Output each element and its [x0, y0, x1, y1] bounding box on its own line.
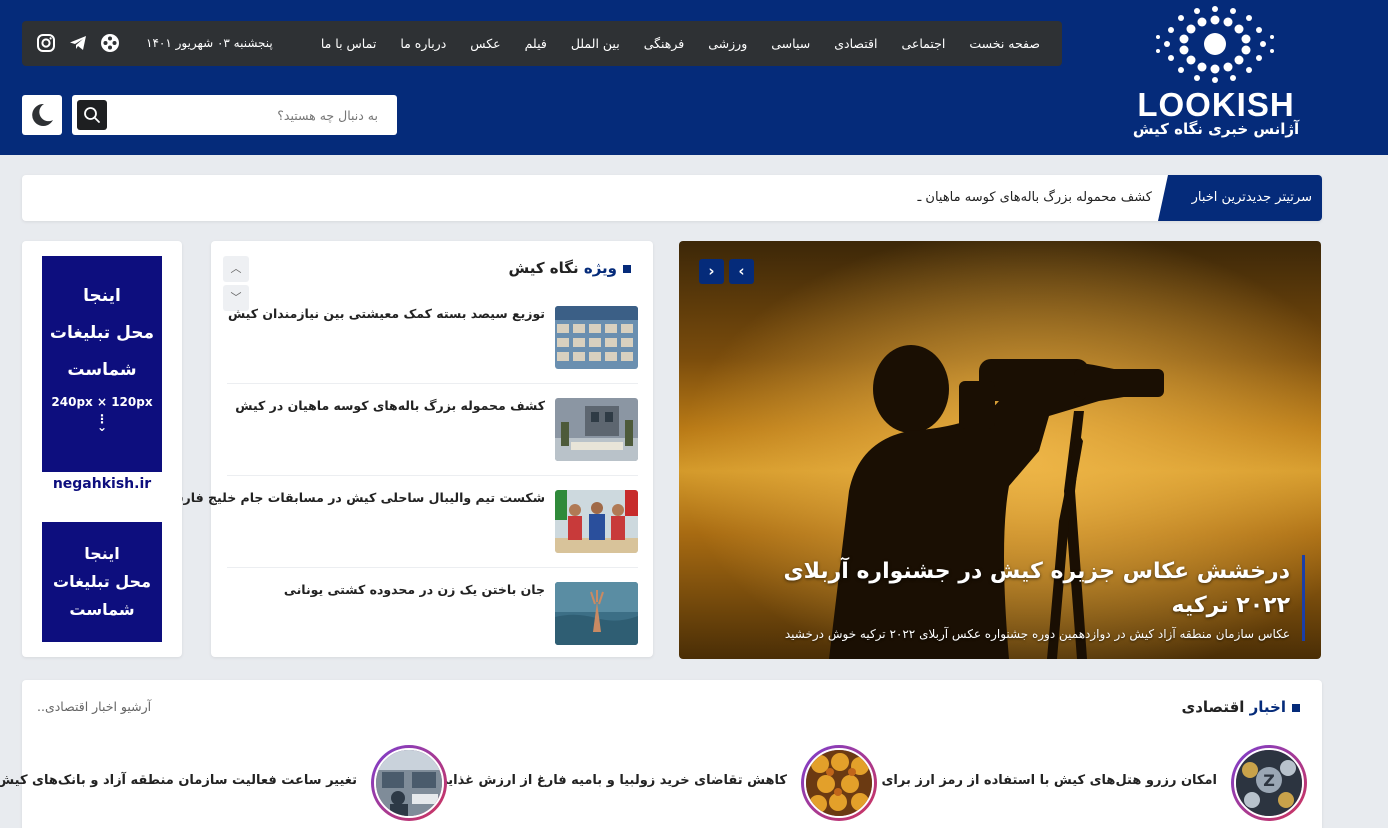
social-links [36, 33, 120, 53]
economic-archive-link[interactable]: آرشیو اخبار اقتصادی.. [37, 699, 151, 714]
search-box [72, 95, 397, 135]
slider-subtitle: عکاس سازمان منطقه آزاد کیش در دوازدهمین … [784, 627, 1290, 641]
ad-text-line: محل تبلیغات [52, 572, 151, 591]
special-item-title[interactable]: جان باختن یک زن در محدوده کشتی یونانی [284, 582, 545, 597]
ticker-label: سرتیتر جدیدترین اخبار [1158, 175, 1322, 221]
nav-item-politics[interactable]: سیاسی [771, 36, 810, 51]
special-item[interactable]: شکست تیم والیبال ساحلی کیش در مسابقات جا… [166, 490, 638, 566]
news-ticker: سرتیتر جدیدترین اخبار کشف محموله بزرگ با… [22, 175, 1322, 221]
divider [227, 567, 638, 568]
ad-text-line: محل تبلیغات [49, 323, 155, 343]
nav-item-contact[interactable]: تماس با ما [321, 36, 377, 51]
econ-news-title[interactable]: تغییر ساعت فعالیت سازمان منطقه آزاد و با… [0, 773, 357, 788]
econ-thumbnail [801, 745, 877, 821]
special-item-title[interactable]: کشف محموله بزرگ باله‌های کوسه ماهیان در … [235, 398, 545, 413]
ad-text-line: شماست [69, 600, 135, 619]
search-icon [84, 107, 100, 123]
nav-item-social[interactable]: اجتماعی [901, 36, 945, 51]
special-item[interactable]: جان باختن یک زن در محدوده کشتی یونانی [227, 582, 638, 658]
search-input[interactable] [112, 95, 392, 135]
dark-mode-toggle[interactable] [22, 95, 62, 135]
nav-item-film[interactable]: فیلم [525, 36, 547, 51]
ad-banner-square[interactable]: اینجا محل تبلیغات شماست [42, 522, 162, 642]
nav-item-economy[interactable]: اقتصادی [834, 36, 877, 51]
special-thumbnail [555, 582, 638, 645]
ad-size-label: 240px × 120px [51, 395, 153, 409]
logo-subtitle: آژانس خبری نگاه کیش [1132, 120, 1300, 138]
ad-text-line: اینجا [84, 544, 120, 563]
featured-slider[interactable]: › ‹ درخشش عکاس جزیره کیش در جشنواره آربل… [679, 241, 1321, 659]
aparat-icon[interactable] [100, 33, 120, 53]
special-news-box: ویژه نگاه کیش ︿ ﹀ توزیع سیصد بسته کمک مع… [166, 241, 653, 658]
moon-icon [32, 103, 53, 126]
ad-text-line: اینجا [83, 286, 121, 306]
economic-section-title: اخبار اقتصادی [1181, 698, 1300, 716]
slider-prev-button[interactable]: ‹ [729, 259, 754, 284]
econ-title-rest: اقتصادی [1181, 698, 1250, 716]
title-marker [1292, 703, 1300, 712]
title-marker [623, 264, 631, 273]
nav-menu: صفحه نخست اجتماعی اقتصادی سیاسی ورزشی فر… [321, 21, 1040, 66]
ad-text-line: شماست [67, 360, 137, 380]
current-date: پنجشنبه ۰۳ شهریور ۱۴۰۱ [146, 36, 273, 50]
econ-thumbnail [371, 745, 447, 821]
nav-item-photo[interactable]: عکس [470, 36, 500, 51]
nav-item-home[interactable]: صفحه نخست [969, 36, 1040, 51]
econ-news-item[interactable]: Z امکان رزرو هتل‌های کیش با استفاده از ر… [882, 745, 1307, 821]
divider [227, 383, 638, 384]
special-title-highlight: ویژه [583, 259, 617, 277]
nav-item-sports[interactable]: ورزشی [708, 36, 747, 51]
svg-text:Z: Z [1263, 771, 1275, 790]
special-thumbnail [555, 490, 638, 553]
slider-caption: درخشش عکاس جزیره کیش در جشنواره آربلای ۲… [765, 555, 1305, 641]
instagram-icon[interactable] [36, 33, 56, 53]
special-item[interactable]: توزیع سیصد بسته کمک معیشتی بین نیازمندان… [227, 306, 638, 382]
logo-dots-icon [1156, 6, 1274, 83]
ad-dots-icon: ⋮ ⌄ [96, 412, 108, 434]
nav-item-about[interactable]: درباره ما [400, 36, 446, 51]
divider [227, 475, 638, 476]
logo-wordmark: LOOKISH [1137, 86, 1295, 123]
main-navbar: صفحه نخست اجتماعی اقتصادی سیاسی ورزشی فر… [22, 21, 1062, 66]
ads-box: اینجا محل تبلیغات شماست 240px × 120px ⋮ ⌄… [22, 241, 182, 657]
search-button[interactable] [77, 100, 107, 130]
special-item-title[interactable]: شکست تیم والیبال ساحلی کیش در مسابقات جا… [166, 490, 545, 505]
slider-next-button[interactable]: › [699, 259, 724, 284]
econ-thumbnail: Z [1231, 745, 1307, 821]
ticker-headline[interactable]: کشف محموله بزرگ باله‌های کوسه ماهیان ـ [917, 175, 1152, 221]
special-item-title[interactable]: توزیع سیصد بسته کمک معیشتی بین نیازمندان… [228, 306, 545, 321]
slider-title[interactable]: درخشش عکاس جزیره کیش در جشنواره آربلای ۲… [765, 555, 1290, 623]
scroll-up-button[interactable]: ︿ [223, 256, 249, 282]
special-thumbnail [555, 398, 638, 461]
nav-item-international[interactable]: بین الملل [571, 36, 620, 51]
site-logo[interactable]: LOOKISH آژانس خبری نگاه کیش [1118, 6, 1314, 142]
econ-news-item[interactable]: تغییر ساعت فعالیت سازمان منطقه آزاد و با… [0, 745, 447, 821]
ad-url[interactable]: negahkish.ir [42, 476, 162, 492]
telegram-icon[interactable] [68, 33, 88, 53]
economic-news-section: اخبار اقتصادی آرشیو اخبار اقتصادی.. Z ام… [0, 680, 1322, 828]
special-thumbnail [555, 306, 638, 369]
econ-title-highlight: اخبار [1249, 698, 1286, 716]
ad-banner-tall[interactable]: اینجا محل تبلیغات شماست 240px × 120px ⋮ ⌄ [42, 256, 162, 472]
special-item[interactable]: کشف محموله بزرگ باله‌های کوسه ماهیان در … [227, 398, 638, 474]
site-header: LOOKISH آژانس خبری نگاه کیش صفحه نخست اج… [0, 0, 1388, 155]
econ-news-item[interactable]: کاهش تقاضای خرید زولبیا و بامیه فارغ از … [435, 745, 877, 821]
special-section-title: ویژه نگاه کیش [508, 259, 631, 277]
special-title-rest: نگاه کیش [508, 259, 584, 277]
econ-news-title[interactable]: امکان رزرو هتل‌های کیش با استفاده از رمز… [882, 773, 1218, 788]
econ-news-title[interactable]: کاهش تقاضای خرید زولبیا و بامیه فارغ از … [435, 773, 787, 788]
nav-item-culture[interactable]: فرهنگی [644, 36, 685, 51]
